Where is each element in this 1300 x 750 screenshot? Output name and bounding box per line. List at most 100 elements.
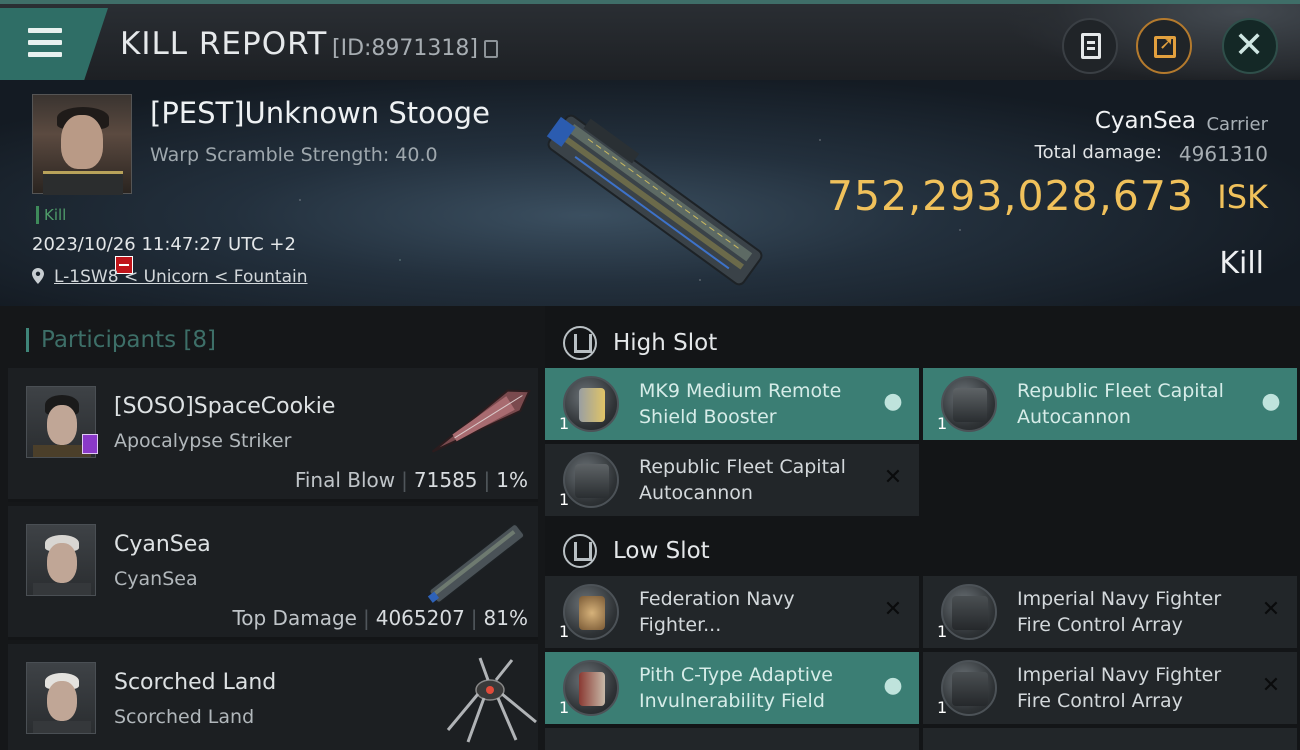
module-item[interactable]: 1 Republic Fleet Capital Autocannon ● [923,368,1297,440]
participant-ship-image [431,389,531,453]
isk-value: 752,293,028,673 [826,172,1194,220]
module-quantity: 1 [937,698,948,717]
share-button[interactable] [1136,18,1192,74]
participant-row[interactable]: [SOSO]SpaceCookie Apocalypse Striker Fin… [8,368,538,502]
user-icon: ● [1261,389,1281,414]
close-button[interactable]: ✕ [1222,18,1278,74]
icon-detail [952,596,988,630]
participant-drone-image [446,657,537,743]
icon-detail [579,672,605,706]
module-item-partial[interactable] [923,728,1297,750]
participant-portrait[interactable] [26,662,96,734]
fighter-module-icon [563,584,619,640]
module-quantity: 1 [559,698,570,717]
result-label: Kill [1219,246,1264,281]
module-name: Pith C-Type Adaptive Invulnerability Fie… [639,664,833,712]
module-quantity: 1 [937,414,948,433]
icon-detail [575,464,609,498]
participant-row[interactable]: Scorched Land Scorched Land [8,644,538,750]
hamburger-icon-line [28,52,62,57]
warp-scramble-strength: Warp Scramble Strength: 40.0 [150,144,438,166]
module-name: MK9 Medium Remote Shield Booster [639,380,842,428]
total-damage-label: Total damage: [1034,142,1162,163]
user-icon: ● [883,673,903,698]
low-slot-header: Low Slot [545,520,1300,584]
clipboard-button[interactable] [1062,18,1118,74]
fire-control-icon [941,660,997,716]
participant-name: CyanSea [114,532,211,557]
invulnerability-field-icon [563,660,619,716]
autocannon-icon [563,452,619,508]
victim-name[interactable]: [PEST]Unknown Stooge [150,96,490,130]
portrait-face [47,543,77,583]
module-item[interactable]: 1 Federation Navy Fighter... ✕ [545,576,919,648]
clipboard-icon [1081,33,1101,59]
close-icon: ✕ [1261,673,1281,698]
participant-ship: Apocalypse Striker [114,430,292,452]
module-item-partial[interactable] [545,728,919,750]
isk-unit: ISK [1217,178,1268,216]
participants-header: Participants [8] [26,328,216,352]
module-item[interactable]: 1 Imperial Navy Fighter Fire Control Arr… [923,576,1297,648]
module-quantity: 1 [937,622,948,641]
total-damage-value: 4961310 [1178,142,1268,166]
participant-name: Scorched Land [114,670,277,695]
location-pin-icon [32,268,44,284]
autocannon-icon [941,376,997,432]
kill-summary-banner: [PEST]Unknown Stooge Warp Scramble Stren… [0,80,1300,306]
stats-divider: | [401,468,408,492]
top-attacker-name[interactable]: CyanSea [1095,108,1196,134]
participant-ship-image [427,523,525,604]
module-name: Republic Fleet Capital Autocannon [1017,380,1224,428]
close-icon: ✕ [883,465,903,490]
module-item[interactable]: 1 Pith C-Type Adaptive Invulnerability F… [545,652,919,724]
participants-count: [8] [183,327,217,353]
copy-icon[interactable] [484,40,498,58]
kill-timestamp: 2023/10/26 11:47:27 UTC +2 [32,234,296,255]
fire-control-icon [941,584,997,640]
participant-ship: CyanSea [114,568,198,590]
close-icon: ✕ [883,597,903,622]
victim-portrait[interactable] [32,94,132,195]
module-quantity: 1 [559,490,570,509]
stats-divider: | [362,606,370,630]
icon-detail [579,596,605,630]
hamburger-icon [28,28,62,33]
module-quantity: 1 [559,622,570,641]
top-bar: KILL REPORT [ID:8971318] ✕ [0,0,1300,84]
menu-button[interactable] [0,8,108,80]
module-quantity: 1 [559,414,570,433]
participant-portrait[interactable] [26,524,96,596]
participant-ship: Scorched Land [114,706,255,728]
icon-detail [952,672,988,706]
report-id: [ID:8971318] [332,36,478,61]
victim-ship-image [546,114,763,286]
module-item[interactable]: 1 Imperial Navy Fighter Fire Control Arr… [923,652,1297,724]
share-icon [1154,33,1176,58]
participants-label: Participants [41,327,177,353]
location-link[interactable]: L-1SW8 < Unicorn < Fountain [54,267,308,287]
portrait-face [61,115,103,169]
low-slot-label: Low Slot [613,538,710,564]
participant-name: [SOSO]SpaceCookie [114,394,336,419]
user-icon: ● [883,389,903,414]
close-icon: ✕ [1261,597,1281,622]
portrait-face [47,681,77,721]
icon-detail [953,388,987,422]
high-slot-header: High Slot [545,312,1300,376]
top-attacker-ship: Carrier [1206,114,1268,135]
close-icon: ✕ [1234,25,1265,66]
high-slot-icon [563,326,597,360]
page-title: KILL REPORT [120,26,328,62]
module-item[interactable]: 1 MK9 Medium Remote Shield Booster ● [545,368,919,440]
low-slot-icon [563,534,597,568]
module-name: Imperial Navy Fighter Fire Control Array [1017,588,1222,636]
shield-booster-icon [563,376,619,432]
participant-row[interactable]: CyanSea CyanSea Top Damage | 4065207 | 81% [8,506,538,640]
module-item[interactable]: 1 Republic Fleet Capital Autocannon ✕ [545,444,919,516]
portrait-face [47,405,77,445]
hamburger-icon-line [28,40,62,45]
fitting-panel: High Slot 1 MK9 Medium Remote Shield Boo… [545,306,1300,750]
participant-role: Final Blow [294,468,396,492]
portrait-body [33,721,91,733]
